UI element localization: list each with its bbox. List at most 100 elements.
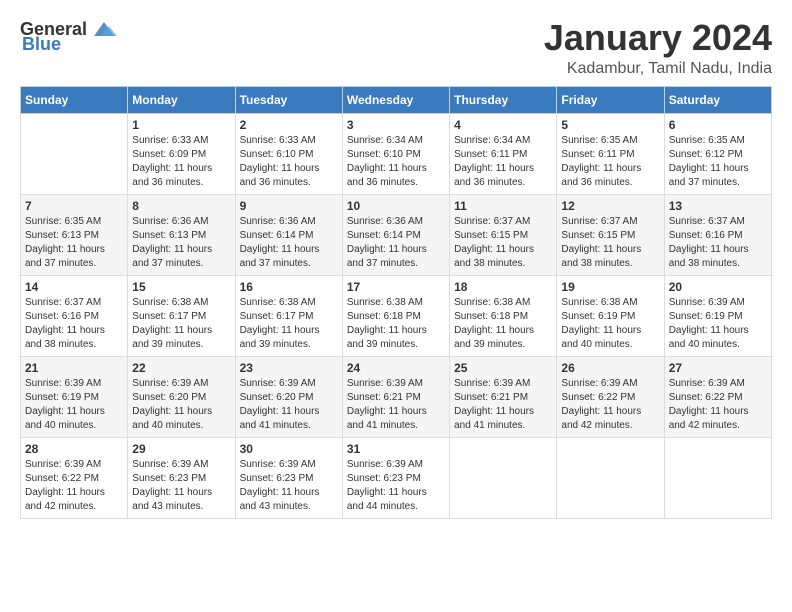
day-number: 25: [454, 361, 552, 375]
calendar-cell: 20Sunrise: 6:39 AMSunset: 6:19 PMDayligh…: [664, 275, 771, 356]
calendar-cell: 21 Sunrise: 6:39 AMSunset: 6:19 PMDayligh…: [21, 356, 128, 437]
day-number: 3: [347, 118, 445, 132]
calendar-cell: 1 Sunrise: 6:33 AMSunset: 6:09 PMDaylight…: [128, 113, 235, 194]
day-number: 21: [25, 361, 123, 375]
calendar-cell: 15Sunrise: 6:38 AMSunset: 6:17 PMDayligh…: [128, 275, 235, 356]
day-info: Sunrise: 6:39 AMSunset: 6:22 PMDaylight:…: [669, 377, 767, 433]
calendar-cell: 28Sunrise: 6:39 AMSunset: 6:22 PMDayligh…: [21, 437, 128, 518]
day-info: Sunrise: 6:39 AMSunset: 6:22 PMDaylight:…: [25, 458, 123, 514]
calendar-cell: [21, 113, 128, 194]
day-number: 24: [347, 361, 445, 375]
day-number: 23: [240, 361, 338, 375]
day-number: 31: [347, 442, 445, 456]
day-number: 1: [132, 118, 230, 132]
day-info: Sunrise: 6:39 AMSunset: 6:21 PMDaylight:…: [347, 377, 445, 433]
day-info: Sunrise: 6:37 AMSunset: 6:16 PMDaylight:…: [669, 215, 767, 271]
subtitle: Kadambur, Tamil Nadu, India: [544, 60, 772, 78]
calendar-cell: 22 Sunrise: 6:39 AMSunset: 6:20 PMDayligh…: [128, 356, 235, 437]
calendar-table: SundayMondayTuesdayWednesdayThursdayFrid…: [20, 86, 772, 519]
calendar-cell: 16 Sunrise: 6:38 AMSunset: 6:17 PMDayligh…: [235, 275, 342, 356]
calendar-cell: 5Sunrise: 6:35 AMSunset: 6:11 PMDaylight…: [557, 113, 664, 194]
day-number: 6: [669, 118, 767, 132]
calendar-header-cell: Sunday: [21, 86, 128, 113]
calendar-cell: [664, 437, 771, 518]
calendar-cell: 19 Sunrise: 6:38 AMSunset: 6:19 PMDayligh…: [557, 275, 664, 356]
day-number: 16: [240, 280, 338, 294]
calendar-cell: 24 Sunrise: 6:39 AMSunset: 6:21 PMDayligh…: [342, 356, 449, 437]
day-info: Sunrise: 6:39 AMSunset: 6:21 PMDaylight:…: [454, 377, 552, 433]
day-number: 26: [561, 361, 659, 375]
page: General Blue January 2024 Kadambur, Tami…: [0, 0, 792, 612]
day-info: Sunrise: 6:36 AMSunset: 6:14 PMDaylight:…: [347, 215, 445, 271]
calendar-week-row: 1 Sunrise: 6:33 AMSunset: 6:09 PMDaylight…: [21, 113, 772, 194]
day-info: Sunrise: 6:37 AMSunset: 6:15 PMDaylight:…: [454, 215, 552, 271]
calendar-cell: 12 Sunrise: 6:37 AMSunset: 6:15 PMDayligh…: [557, 194, 664, 275]
calendar-week-row: 14Sunrise: 6:37 AMSunset: 6:16 PMDayligh…: [21, 275, 772, 356]
day-number: 7: [25, 199, 123, 213]
day-number: 8: [132, 199, 230, 213]
logo-blue-text: Blue: [22, 34, 61, 55]
calendar-cell: 8 Sunrise: 6:36 AMSunset: 6:13 PMDaylight…: [128, 194, 235, 275]
calendar-cell: 30 Sunrise: 6:39 AMSunset: 6:23 PMDayligh…: [235, 437, 342, 518]
day-info: Sunrise: 6:39 AMSunset: 6:20 PMDaylight:…: [240, 377, 338, 433]
day-number: 12: [561, 199, 659, 213]
day-info: Sunrise: 6:33 AMSunset: 6:10 PMDaylight:…: [240, 134, 338, 190]
calendar-cell: 13 Sunrise: 6:37 AMSunset: 6:16 PMDayligh…: [664, 194, 771, 275]
day-number: 29: [132, 442, 230, 456]
day-number: 19: [561, 280, 659, 294]
day-info: Sunrise: 6:37 AMSunset: 6:15 PMDaylight:…: [561, 215, 659, 271]
day-info: Sunrise: 6:34 AMSunset: 6:11 PMDaylight:…: [454, 134, 552, 190]
day-info: Sunrise: 6:39 AMSunset: 6:23 PMDaylight:…: [132, 458, 230, 514]
day-info: Sunrise: 6:39 AMSunset: 6:23 PMDaylight:…: [347, 458, 445, 514]
day-number: 4: [454, 118, 552, 132]
calendar-cell: 3 Sunrise: 6:34 AMSunset: 6:10 PMDaylight…: [342, 113, 449, 194]
calendar-cell: 27 Sunrise: 6:39 AMSunset: 6:22 PMDayligh…: [664, 356, 771, 437]
day-info: Sunrise: 6:35 AMSunset: 6:13 PMDaylight:…: [25, 215, 123, 271]
calendar-cell: 23 Sunrise: 6:39 AMSunset: 6:20 PMDayligh…: [235, 356, 342, 437]
day-number: 18: [454, 280, 552, 294]
calendar-header-cell: Saturday: [664, 86, 771, 113]
day-number: 15: [132, 280, 230, 294]
day-number: 27: [669, 361, 767, 375]
day-info: Sunrise: 6:34 AMSunset: 6:10 PMDaylight:…: [347, 134, 445, 190]
day-number: 10: [347, 199, 445, 213]
day-info: Sunrise: 6:39 AMSunset: 6:23 PMDaylight:…: [240, 458, 338, 514]
calendar-header-row: SundayMondayTuesdayWednesdayThursdayFrid…: [21, 86, 772, 113]
calendar-cell: [450, 437, 557, 518]
day-number: 14: [25, 280, 123, 294]
day-number: 2: [240, 118, 338, 132]
calendar-cell: 31 Sunrise: 6:39 AMSunset: 6:23 PMDayligh…: [342, 437, 449, 518]
logo-icon: [89, 18, 119, 40]
calendar-cell: 9Sunrise: 6:36 AMSunset: 6:14 PMDaylight…: [235, 194, 342, 275]
day-info: Sunrise: 6:39 AMSunset: 6:19 PMDaylight:…: [669, 296, 767, 352]
day-info: Sunrise: 6:38 AMSunset: 6:18 PMDaylight:…: [347, 296, 445, 352]
calendar-week-row: 7 Sunrise: 6:35 AMSunset: 6:13 PMDaylight…: [21, 194, 772, 275]
calendar-header-cell: Thursday: [450, 86, 557, 113]
calendar-cell: 29 Sunrise: 6:39 AMSunset: 6:23 PMDayligh…: [128, 437, 235, 518]
day-info: Sunrise: 6:38 AMSunset: 6:17 PMDaylight:…: [240, 296, 338, 352]
calendar-cell: 6Sunrise: 6:35 AMSunset: 6:12 PMDaylight…: [664, 113, 771, 194]
calendar-cell: 10 Sunrise: 6:36 AMSunset: 6:14 PMDayligh…: [342, 194, 449, 275]
header: General Blue January 2024 Kadambur, Tami…: [20, 18, 772, 78]
calendar-cell: 4 Sunrise: 6:34 AMSunset: 6:11 PMDaylight…: [450, 113, 557, 194]
day-info: Sunrise: 6:36 AMSunset: 6:14 PMDaylight:…: [240, 215, 338, 271]
main-title: January 2024: [544, 18, 772, 58]
calendar-cell: 11Sunrise: 6:37 AMSunset: 6:15 PMDayligh…: [450, 194, 557, 275]
calendar-week-row: 21 Sunrise: 6:39 AMSunset: 6:19 PMDayligh…: [21, 356, 772, 437]
day-info: Sunrise: 6:38 AMSunset: 6:19 PMDaylight:…: [561, 296, 659, 352]
day-number: 22: [132, 361, 230, 375]
day-info: Sunrise: 6:39 AMSunset: 6:19 PMDaylight:…: [25, 377, 123, 433]
calendar-cell: 14Sunrise: 6:37 AMSunset: 6:16 PMDayligh…: [21, 275, 128, 356]
day-number: 30: [240, 442, 338, 456]
calendar-header-cell: Wednesday: [342, 86, 449, 113]
day-number: 17: [347, 280, 445, 294]
day-info: Sunrise: 6:38 AMSunset: 6:18 PMDaylight:…: [454, 296, 552, 352]
day-info: Sunrise: 6:36 AMSunset: 6:13 PMDaylight:…: [132, 215, 230, 271]
calendar-cell: 2 Sunrise: 6:33 AMSunset: 6:10 PMDaylight…: [235, 113, 342, 194]
day-info: Sunrise: 6:39 AMSunset: 6:20 PMDaylight:…: [132, 377, 230, 433]
day-number: 13: [669, 199, 767, 213]
day-info: Sunrise: 6:33 AMSunset: 6:09 PMDaylight:…: [132, 134, 230, 190]
calendar-header-cell: Tuesday: [235, 86, 342, 113]
calendar-header-cell: Friday: [557, 86, 664, 113]
calendar-cell: 25 Sunrise: 6:39 AMSunset: 6:21 PMDayligh…: [450, 356, 557, 437]
